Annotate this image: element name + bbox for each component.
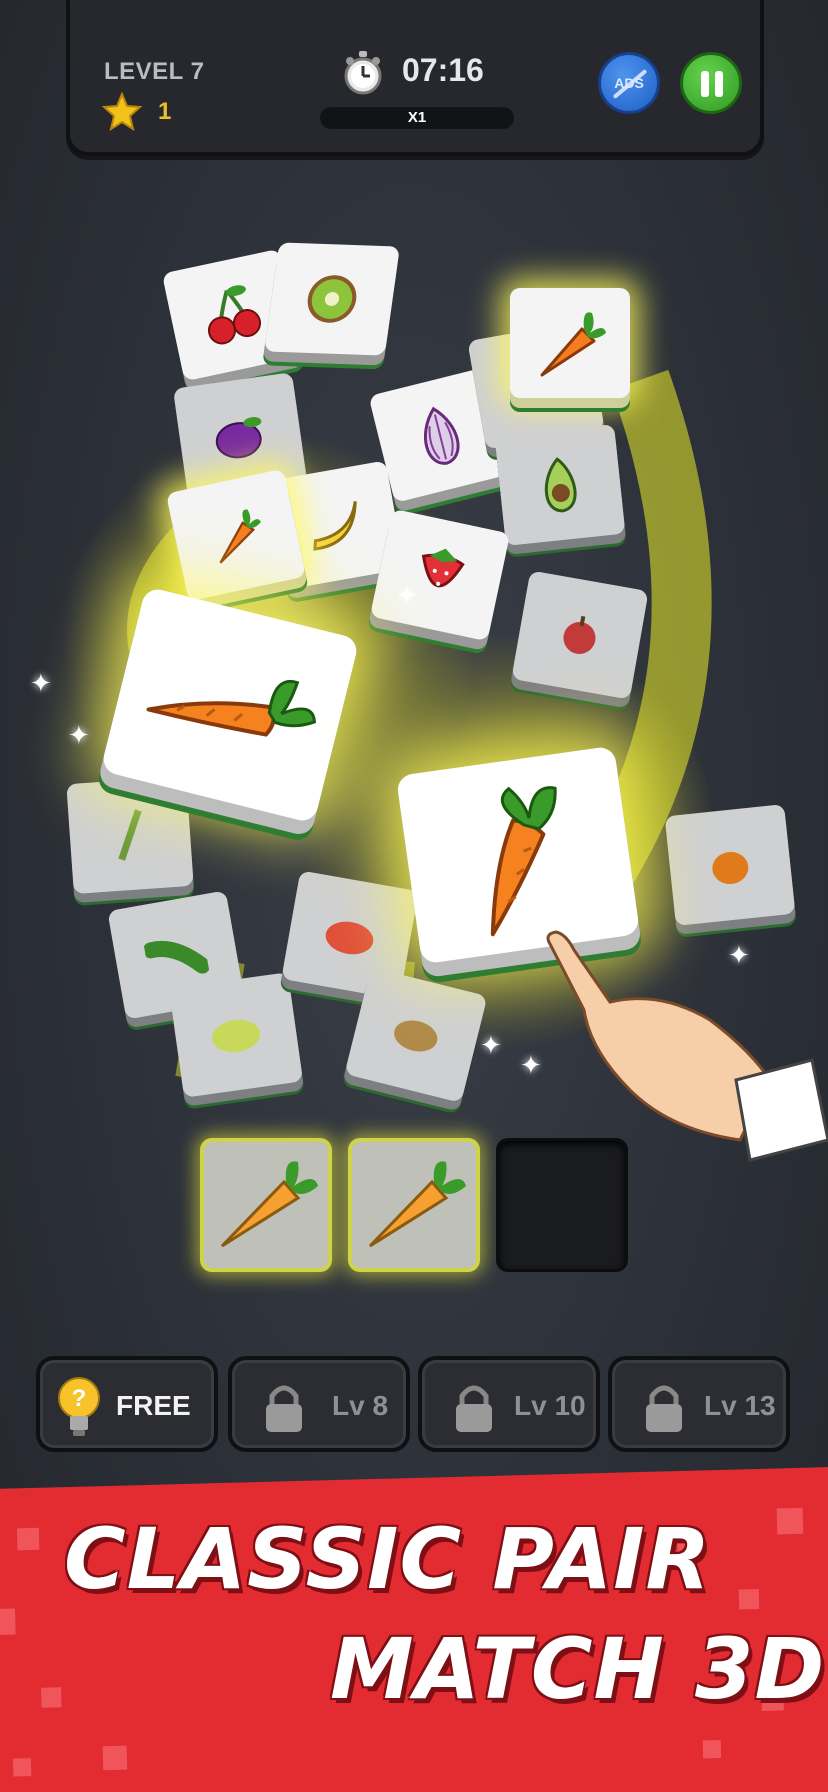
kiwi-icon (307, 275, 357, 323)
cherry-icon (207, 285, 262, 345)
pixel-pattern (0, 1467, 828, 1777)
avocado-icon (544, 457, 577, 513)
tile-avocado[interactable] (494, 424, 626, 546)
collection-slot (348, 1138, 480, 1272)
booster-label: Lv 13 (704, 1390, 776, 1421)
lock-icon (456, 1385, 492, 1432)
apple-icon (563, 615, 596, 654)
tile-asparagus[interactable] (66, 775, 194, 895)
carrot-icon (540, 312, 606, 377)
star-icon (102, 92, 142, 132)
banana-icon (313, 501, 357, 551)
collection-slot (200, 1138, 332, 1272)
lock-icon (646, 1385, 682, 1432)
banner-title-line1: CLASSIC PAIR (64, 1510, 712, 1608)
pause-button[interactable] (680, 52, 742, 114)
tile-carrot-selected[interactable] (510, 288, 630, 398)
star-count: 1 (158, 98, 172, 125)
carrot-icon (220, 1161, 318, 1248)
level-label: LEVEL 7 (104, 58, 205, 85)
locked-booster-button[interactable]: Lv 10 (418, 1356, 600, 1452)
sparkle-icon: ✦ (68, 720, 90, 750)
locked-booster-button[interactable]: Lv 13 (608, 1356, 790, 1452)
sparkle-icon: ✦ (396, 580, 418, 610)
ads-label: ADS (614, 75, 644, 91)
combo-multiplier: X1 (320, 107, 514, 129)
hint-booster-button[interactable]: ? FREE (36, 1356, 218, 1452)
banner-title-line2: MATCH 3D (330, 1620, 826, 1718)
timer-text: 07:16 (402, 52, 484, 88)
asparagus-icon (118, 809, 142, 861)
carrot-icon (490, 786, 557, 937)
locked-booster-button[interactable]: Lv 8 (228, 1356, 410, 1452)
tile-apple[interactable] (511, 570, 649, 700)
peas-icon (142, 940, 210, 974)
pause-icon (701, 71, 709, 97)
remove-ads-button[interactable]: ADS (598, 52, 660, 114)
potato-icon (394, 1020, 438, 1052)
lock-icon (266, 1385, 302, 1432)
sparkle-icon: ✦ (480, 1030, 502, 1060)
booster-label: Lv 8 (332, 1390, 389, 1421)
carrot-icon (219, 509, 261, 564)
carrot-icon (146, 679, 316, 737)
tile-kiwi[interactable] (264, 242, 400, 356)
sparkle-icon: ✦ (30, 668, 52, 698)
top-hud: LEVEL 7 1 07:16 X1 ADS (66, 0, 764, 156)
carrot-icon (368, 1161, 466, 1248)
pumpkin-icon (712, 851, 749, 885)
onion-icon (424, 406, 460, 465)
lightbulb-question-icon: ? (58, 1377, 100, 1436)
svg-text:?: ? (72, 1385, 87, 1412)
plum-icon (215, 417, 262, 459)
tile-pumpkin[interactable] (664, 804, 796, 926)
collection-slot-empty (496, 1138, 628, 1272)
stopwatch-icon (344, 51, 382, 95)
tile-lettuce[interactable] (168, 972, 304, 1098)
sparkle-icon: ✦ (520, 1050, 542, 1080)
lettuce-icon (212, 1019, 261, 1053)
tomato-icon (325, 921, 374, 955)
booster-label: Lv 10 (514, 1390, 586, 1421)
booster-label: FREE (116, 1390, 191, 1421)
